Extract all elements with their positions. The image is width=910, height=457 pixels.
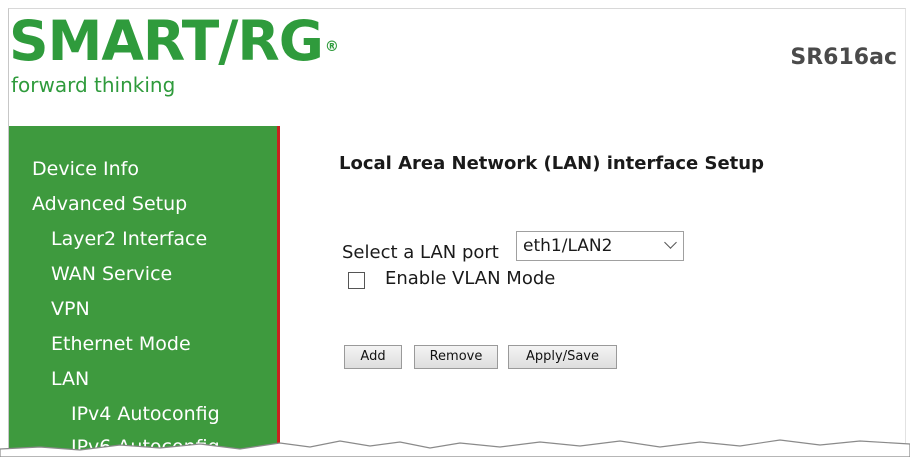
sidebar-nav: Device Info Advanced Setup Layer2 Interf… — [9, 126, 280, 454]
lan-port-value: eth1/LAN2 — [523, 236, 613, 256]
router-admin-window: SMART/RG ® forward thinking SR616ac Devic… — [8, 8, 906, 454]
remove-button[interactable]: Remove — [414, 345, 498, 369]
sidebar-item-layer2-interface[interactable]: Layer2 Interface — [51, 228, 207, 250]
add-button[interactable]: Add — [344, 345, 402, 369]
logo-tagline: forward thinking — [11, 73, 176, 97]
sidebar-item-lan[interactable]: LAN — [51, 368, 89, 390]
sidebar-item-vpn[interactable]: VPN — [51, 298, 90, 320]
device-model: SR616ac — [790, 45, 897, 70]
vlan-mode-label: Enable VLAN Mode — [385, 268, 556, 289]
vlan-mode-checkbox[interactable] — [348, 272, 365, 289]
sidebar-item-device-info[interactable]: Device Info — [32, 158, 139, 180]
lan-port-label: Select a LAN port — [342, 242, 499, 263]
logo-text: SMART/RG — [9, 9, 324, 73]
page-title: Local Area Network (LAN) interface Setup — [339, 153, 764, 174]
registered-mark: ® — [324, 39, 339, 55]
smartrg-logo: SMART/RG ® — [9, 13, 339, 69]
sidebar-item-advanced-setup[interactable]: Advanced Setup — [32, 193, 187, 215]
sidebar-item-ipv4-autoconfig[interactable]: IPv4 Autoconfig — [71, 403, 220, 425]
apply-save-button[interactable]: Apply/Save — [508, 345, 617, 369]
sidebar-item-ethernet-mode[interactable]: Ethernet Mode — [51, 333, 191, 355]
lan-port-select[interactable]: eth1/LAN2 — [516, 231, 684, 261]
sidebar-item-wan-service[interactable]: WAN Service — [51, 263, 172, 285]
chevron-down-icon — [664, 236, 677, 249]
torn-edge-decoration — [0, 439, 910, 457]
